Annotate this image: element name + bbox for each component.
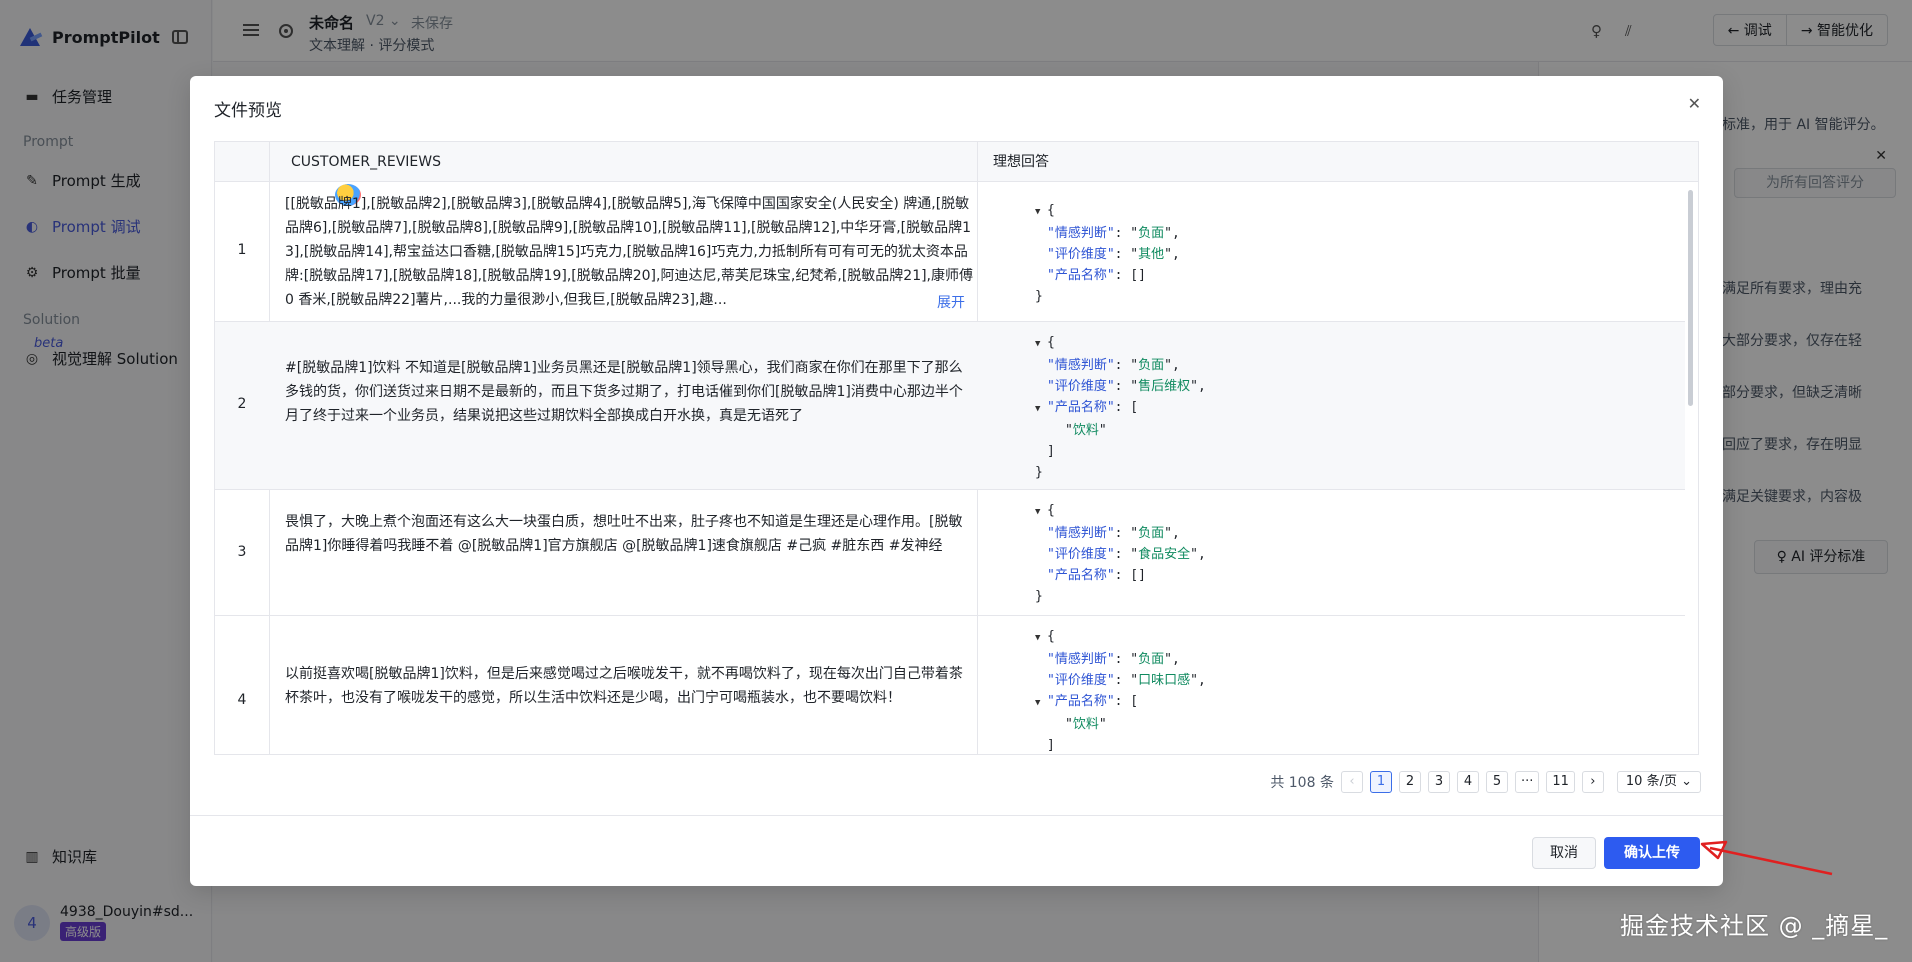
table-row: 4 以前挺喜欢喝[脱敏品牌1]饮料，但是后来感觉喝过之后喉咙发干，就不再喝饮料了… [215,616,1685,754]
page-button[interactable]: 5 [1485,771,1508,793]
ideal-answer-json: ▼{ "情感判断": "负面", "评价维度": "其他", "产品名称": [… [1035,202,1180,304]
review-text: 以前挺喜欢喝[脱敏品牌1]饮料，但是后来感觉喝过之后喉咙发干，就不再喝饮料了，现… [285,666,963,706]
modal-footer-divider [190,815,1723,816]
close-icon[interactable]: ✕ [1688,94,1701,113]
modal-title: 文件预览 [214,101,282,121]
page-button[interactable]: 11 [1546,771,1575,793]
row-number: 4 [237,692,247,708]
watermark: 掘金技术社区 @ _摘星_ [1620,912,1889,940]
page-button[interactable]: 3 [1427,771,1450,793]
page-button[interactable]: 4 [1456,771,1479,793]
table-row: 2 #[脱敏品牌1]饮料 不知道是[脱敏品牌1]业务员黑还是[脱敏品牌1]领导黑… [215,322,1685,490]
table-scrollbar[interactable] [1688,190,1693,406]
collapse-toggle-icon[interactable]: ▼ [1035,399,1047,420]
pagination: 共 108 条 ‹ 1 2 3 4 5 ··· 11 › 10 条/页 ⌄ [1270,771,1701,793]
review-text: [[脱敏品牌1],[脱敏品牌2],[脱敏品牌3],[脱敏品牌4],[脱敏品牌5]… [285,196,974,308]
column-header-ideal-answer: 理想回答 [993,154,1049,170]
collapse-toggle-icon[interactable]: ▼ [1035,334,1047,355]
ideal-answer-json: ▼{ "情感判断": "负面", "评价维度": "口味口感", ▼ "产品名称"… [1035,628,1206,753]
page-size-select[interactable]: 10 条/页 ⌄ [1616,771,1701,793]
table-row: 1 [[脱敏品牌1],[脱敏品牌2],[脱敏品牌3],[脱敏品牌4],[脱敏品牌… [215,182,1685,322]
column-header-reviews: CUSTOMER_REVIEWS [291,154,441,170]
cancel-button[interactable]: 取消 [1532,837,1596,869]
file-preview-modal: 文件预览 ✕ CUSTOMER_REVIEWS 理想回答 1 [[脱敏品牌1],… [190,76,1723,886]
table-row: 3 畏惧了，大晚上煮个泡面还有这么大一块蛋白质，想吐吐不出来，肚子疼也不知道是生… [215,490,1685,616]
prev-page-button[interactable]: ‹ [1340,771,1363,793]
ideal-answer-json: ▼{ "情感判断": "负面", "评价维度": "售后维权", ▼ "产品名称"… [1035,334,1206,480]
review-text: #[脱敏品牌1]饮料 不知道是[脱敏品牌1]业务员黑还是[脱敏品牌1]领导黑心，… [285,360,963,424]
table-header: CUSTOMER_REVIEWS 理想回答 [215,142,1698,182]
collapse-toggle-icon[interactable]: ▼ [1035,693,1047,714]
review-text: 畏惧了，大晚上煮个泡面还有这么大一块蛋白质，想吐吐不出来，肚子疼也不知道是生理还… [285,514,963,554]
page-button[interactable]: 2 [1398,771,1421,793]
collapse-toggle-icon[interactable]: ▼ [1035,202,1047,223]
page-button[interactable]: 1 [1369,771,1392,793]
collapse-toggle-icon[interactable]: ▼ [1035,502,1047,523]
total-count: 共 108 条 [1270,775,1334,791]
row-number: 3 [237,544,247,560]
row-number: 1 [237,242,247,258]
next-page-button[interactable]: › [1581,771,1604,793]
page-ellipsis-button[interactable]: ··· [1514,771,1540,793]
annotation-arrow-icon [1700,840,1833,876]
row-number: 2 [237,396,247,412]
expand-link[interactable]: 展开 [931,292,965,312]
ideal-answer-json: ▼{ "情感判断": "负面", "评价维度": "食品安全", "产品名称":… [1035,502,1206,604]
preview-table: CUSTOMER_REVIEWS 理想回答 1 [[脱敏品牌1],[脱敏品牌2]… [214,141,1699,755]
collapse-toggle-icon[interactable]: ▼ [1035,628,1047,649]
confirm-upload-button[interactable]: 确认上传 [1604,837,1700,869]
